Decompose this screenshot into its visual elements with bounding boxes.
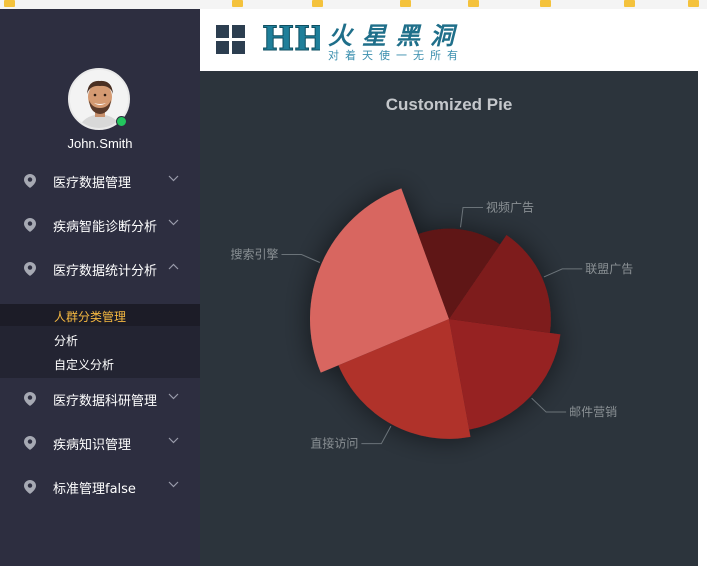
header: HH 火星黑洞 对着天使一无所有	[200, 9, 707, 71]
menu-item-label: 医疗数据统计分析	[53, 264, 158, 279]
chart-panel: Customized Pie 视频广告 联盟广告 邮件营销 直接访问 搜索引擎	[200, 71, 698, 566]
label-leader-line	[531, 397, 567, 413]
chevron-down-icon	[168, 481, 179, 488]
chevron-down-icon	[168, 393, 179, 400]
rose-pie-chart: 视频广告联盟广告邮件营销直接访问 搜索引擎	[230, 188, 633, 451]
label-leader-line	[361, 425, 392, 445]
slice-label: 视频广告	[486, 200, 534, 215]
logo-letters: HH	[262, 20, 320, 56]
folder-icon	[624, 0, 635, 7]
logo-mark: HH	[262, 20, 320, 56]
bookmarks-bar	[0, 0, 707, 9]
folder-icon	[468, 0, 479, 7]
folder-icon	[400, 0, 411, 7]
folder-icon	[688, 0, 699, 7]
chevron-down-icon	[168, 437, 179, 444]
submenu-item-analysis[interactable]: 分析	[54, 332, 78, 349]
online-status-indicator	[116, 116, 127, 127]
label-leader-line	[281, 254, 321, 263]
folder-icon	[232, 0, 243, 7]
chevron-up-icon	[168, 263, 179, 270]
slice-label: 搜索引擎	[230, 247, 278, 262]
folder-icon	[540, 0, 551, 7]
location-pin-icon	[24, 436, 36, 450]
location-pin-icon	[24, 262, 36, 276]
slice-label: 直接访问	[310, 436, 358, 451]
chevron-down-icon	[168, 219, 179, 226]
slice-label: 联盟广告	[585, 262, 633, 276]
logo-title: 火星黑洞	[328, 21, 464, 50]
location-pin-icon	[24, 392, 36, 406]
menu-item-label: 医疗数据管理	[53, 176, 132, 191]
folder-icon	[312, 0, 323, 7]
menu-item-medical-data[interactable]: 医疗数据管理	[0, 166, 200, 196]
location-pin-icon	[24, 174, 36, 188]
menu-item-label: 标准管理false	[53, 482, 136, 497]
folder-icon	[4, 0, 15, 7]
menu-item-diagnosis[interactable]: 疾病智能诊断分析	[0, 210, 200, 240]
submenu-item-custom-analysis[interactable]: 自定义分析	[54, 356, 114, 373]
chevron-down-icon	[168, 175, 179, 182]
menu-item-statistics[interactable]: 医疗数据统计分析	[0, 254, 200, 284]
username: John.Smith	[67, 136, 133, 151]
location-pin-icon	[24, 218, 36, 232]
slice-label: 邮件营销	[569, 405, 617, 419]
menu-item-label: 医疗数据科研管理	[53, 394, 158, 409]
page-scroll-edge	[698, 71, 707, 566]
submenu-item-population-classification[interactable]: 人群分类管理	[54, 308, 126, 325]
logo-subtitle: 对着天使一无所有	[328, 49, 464, 62]
location-pin-icon	[24, 480, 36, 494]
label-leader-line	[543, 268, 583, 278]
sidebar: John.Smith 医疗数据管理 疾病智能诊断分析 医疗数据统计分析 人群分类…	[0, 9, 200, 566]
label-leader-line	[460, 207, 484, 228]
menu-item-knowledge[interactable]: 疾病知识管理	[0, 428, 200, 458]
submenu: 人群分类管理 分析 自定义分析	[0, 304, 200, 378]
menu-grid-icon[interactable]	[216, 25, 246, 55]
menu-item-label: 疾病知识管理	[53, 438, 132, 453]
menu-item-research[interactable]: 医疗数据科研管理	[0, 384, 200, 414]
menu-item-label: 疾病智能诊断分析	[53, 220, 158, 235]
menu-item-standards[interactable]: 标准管理false	[0, 472, 200, 502]
